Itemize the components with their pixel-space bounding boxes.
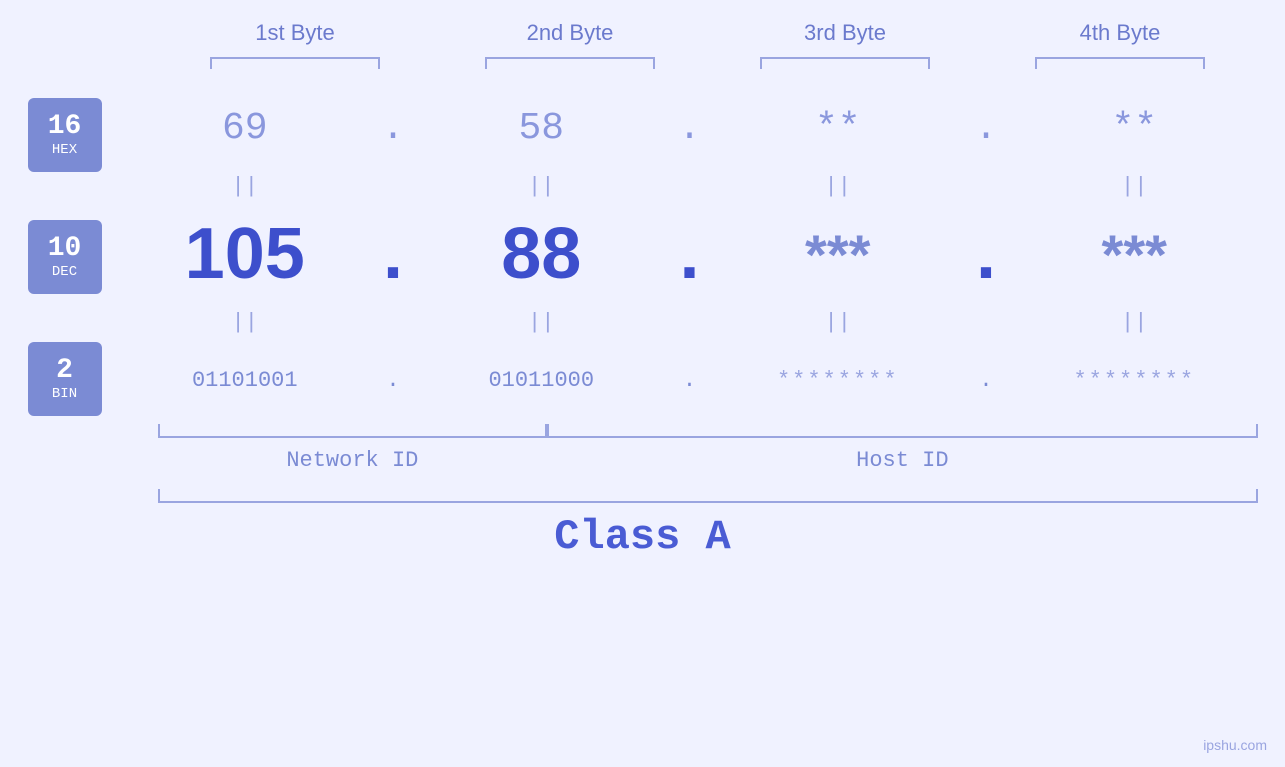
bracket-line-1 xyxy=(210,57,380,69)
outer-bracket-row xyxy=(158,489,1258,503)
bin-b3-value: ******** xyxy=(777,368,899,393)
class-label: Class A xyxy=(554,513,730,561)
bin-dot2: . xyxy=(665,368,715,393)
dec-b2-value: 88 xyxy=(501,213,581,295)
eq1-b3: || xyxy=(715,168,962,204)
dec-b3-value: *** xyxy=(805,222,870,287)
bin-badge-number: 2 xyxy=(56,356,73,387)
badge-column: 16 HEX 10 DEC 2 BIN xyxy=(28,88,102,416)
bracket-cell-4 xyxy=(983,54,1258,72)
bracket-line-3 xyxy=(760,57,930,69)
byte3-header: 3rd Byte xyxy=(708,20,983,46)
hex-badge-label: HEX xyxy=(52,142,77,158)
network-bracket xyxy=(158,424,548,438)
dec-dot1: . xyxy=(368,213,418,295)
hex-b1-value: 69 xyxy=(222,107,268,150)
bracket-cell-2 xyxy=(433,54,708,72)
dec-row: 105 . 88 . *** . *** xyxy=(122,204,1258,304)
bin-dot1: . xyxy=(368,368,418,393)
hex-badge-number: 16 xyxy=(48,112,82,143)
bin-b2-cell: 01011000 xyxy=(418,368,665,393)
equals-row-2: || || || || xyxy=(122,304,1258,340)
bracket-line-4 xyxy=(1035,57,1205,69)
hex-row: 69 . 58 . ** . ** xyxy=(122,88,1258,168)
byte1-header: 1st Byte xyxy=(158,20,433,46)
class-label-row: Class A xyxy=(0,513,1285,561)
byte-headers: 1st Byte 2nd Byte 3rd Byte 4th Byte xyxy=(158,20,1258,46)
byte2-header: 2nd Byte xyxy=(433,20,708,46)
dec-dot2: . xyxy=(665,213,715,295)
hex-b4-cell: ** xyxy=(1011,107,1258,150)
watermark: ipshu.com xyxy=(1203,737,1267,753)
dec-dot3: . xyxy=(961,213,1011,295)
outer-bracket-line xyxy=(158,489,1258,503)
network-id-label: Network ID xyxy=(158,448,548,473)
hex-b2-value: 58 xyxy=(518,107,564,150)
hex-b3-cell: ** xyxy=(715,107,962,150)
eq2-b4: || xyxy=(1011,304,1258,340)
bracket-cell-3 xyxy=(708,54,983,72)
eq1-b2: || xyxy=(418,168,665,204)
data-grid: 69 . 58 . ** . ** xyxy=(122,88,1258,420)
hex-badge: 16 HEX xyxy=(28,98,102,172)
hex-dot3: . xyxy=(961,107,1011,150)
hex-dot2: . xyxy=(665,107,715,150)
dec-b4-value: *** xyxy=(1102,222,1167,287)
bin-b1-cell: 01101001 xyxy=(122,368,369,393)
dec-b1-value: 105 xyxy=(185,213,305,295)
eq2-b3: || xyxy=(715,304,962,340)
bin-b1-value: 01101001 xyxy=(192,368,298,393)
bin-badge: 2 BIN xyxy=(28,342,102,416)
hex-dot1: . xyxy=(368,107,418,150)
main-container: 1st Byte 2nd Byte 3rd Byte 4th Byte 16 H… xyxy=(0,0,1285,767)
hex-b2-cell: 58 xyxy=(418,107,665,150)
host-bracket xyxy=(547,424,1257,438)
eq1-b4: || xyxy=(1011,168,1258,204)
bin-row: 01101001 . 01011000 . ******** . xyxy=(122,340,1258,420)
bin-b4-value: ******** xyxy=(1073,368,1195,393)
top-bracket-row xyxy=(158,54,1258,72)
dec-badge-label: DEC xyxy=(52,264,77,280)
eq1-b1: || xyxy=(122,168,369,204)
dec-b3-cell: *** xyxy=(715,222,962,287)
hex-b4-value: ** xyxy=(1111,107,1157,150)
dec-badge: 10 DEC xyxy=(28,220,102,294)
bin-badge-label: BIN xyxy=(52,386,77,402)
bracket-line-2 xyxy=(485,57,655,69)
hex-b3-value: ** xyxy=(815,107,861,150)
bin-b3-cell: ******** xyxy=(715,368,962,393)
hex-b1-cell: 69 xyxy=(122,107,369,150)
dec-b2-cell: 88 xyxy=(418,213,665,295)
eq2-b1: || xyxy=(122,304,369,340)
dec-b4-cell: *** xyxy=(1011,222,1258,287)
id-labels: Network ID Host ID xyxy=(158,448,1258,473)
dec-badge-number: 10 xyxy=(48,234,82,265)
equals-row-1: || || || || xyxy=(122,168,1258,204)
bracket-cell-1 xyxy=(158,54,433,72)
bottom-section: Network ID Host ID xyxy=(158,424,1258,473)
eq2-b2: || xyxy=(418,304,665,340)
bin-dot3: . xyxy=(961,368,1011,393)
bottom-brackets xyxy=(158,424,1258,442)
dec-b1-cell: 105 xyxy=(122,213,369,295)
content-area: 16 HEX 10 DEC 2 BIN 69 . xyxy=(28,88,1258,420)
bin-b4-cell: ******** xyxy=(1011,368,1258,393)
byte4-header: 4th Byte xyxy=(983,20,1258,46)
host-id-label: Host ID xyxy=(547,448,1257,473)
bin-b2-value: 01011000 xyxy=(488,368,594,393)
